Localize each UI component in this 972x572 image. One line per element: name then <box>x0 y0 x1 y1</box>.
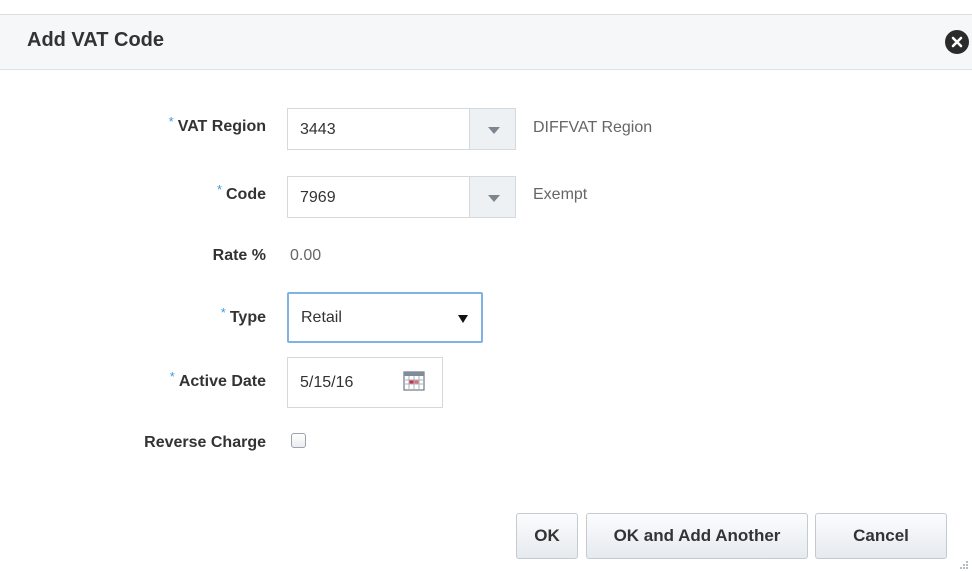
active-date-label: * Active Date <box>169 369 266 390</box>
ok-and-add-another-button[interactable]: OK and Add Another <box>586 513 808 559</box>
rate-value: 0.00 <box>290 247 322 264</box>
chevron-down-icon <box>488 195 500 202</box>
rate-label: Rate % <box>212 247 266 264</box>
vat-region-description: DIFFVAT Region <box>533 119 653 136</box>
vat-region-label: * VAT Region <box>168 114 266 135</box>
vat-region-dropdown-button[interactable] <box>469 108 516 150</box>
active-date-input[interactable]: 5/15/16 <box>287 357 443 408</box>
cancel-button[interactable]: Cancel <box>815 513 947 559</box>
required-marker: * <box>220 305 226 320</box>
dialog-header: Add VAT Code <box>0 14 972 70</box>
code-description: Exempt <box>533 186 588 203</box>
type-label: * Type <box>220 305 266 326</box>
reverse-charge-checkbox[interactable] <box>291 433 306 448</box>
code-dropdown-button[interactable] <box>469 176 516 218</box>
dialog-title: Add VAT Code <box>27 29 165 51</box>
chevron-down-icon <box>488 127 500 134</box>
code-label: * Code <box>216 182 266 203</box>
calendar-icon[interactable] <box>403 371 425 391</box>
required-marker: * <box>168 114 174 129</box>
close-icon[interactable] <box>945 30 969 54</box>
resize-grip-icon[interactable] <box>957 557 969 569</box>
vat-region-input[interactable]: 3443 <box>287 108 469 150</box>
active-date-value: 5/15/16 <box>300 374 354 391</box>
caret-down-icon <box>458 315 468 323</box>
required-marker: * <box>169 369 175 384</box>
type-select[interactable]: Retail <box>287 292 483 343</box>
code-input[interactable]: 7969 <box>287 176 469 218</box>
add-vat-code-dialog: Add VAT Code * VAT Region 3443 DIFFVAT Re… <box>0 0 972 572</box>
required-marker: * <box>216 182 222 197</box>
reverse-charge-label: Reverse Charge <box>144 434 266 451</box>
type-select-value: Retail <box>301 309 342 326</box>
ok-button[interactable]: OK <box>516 513 578 559</box>
